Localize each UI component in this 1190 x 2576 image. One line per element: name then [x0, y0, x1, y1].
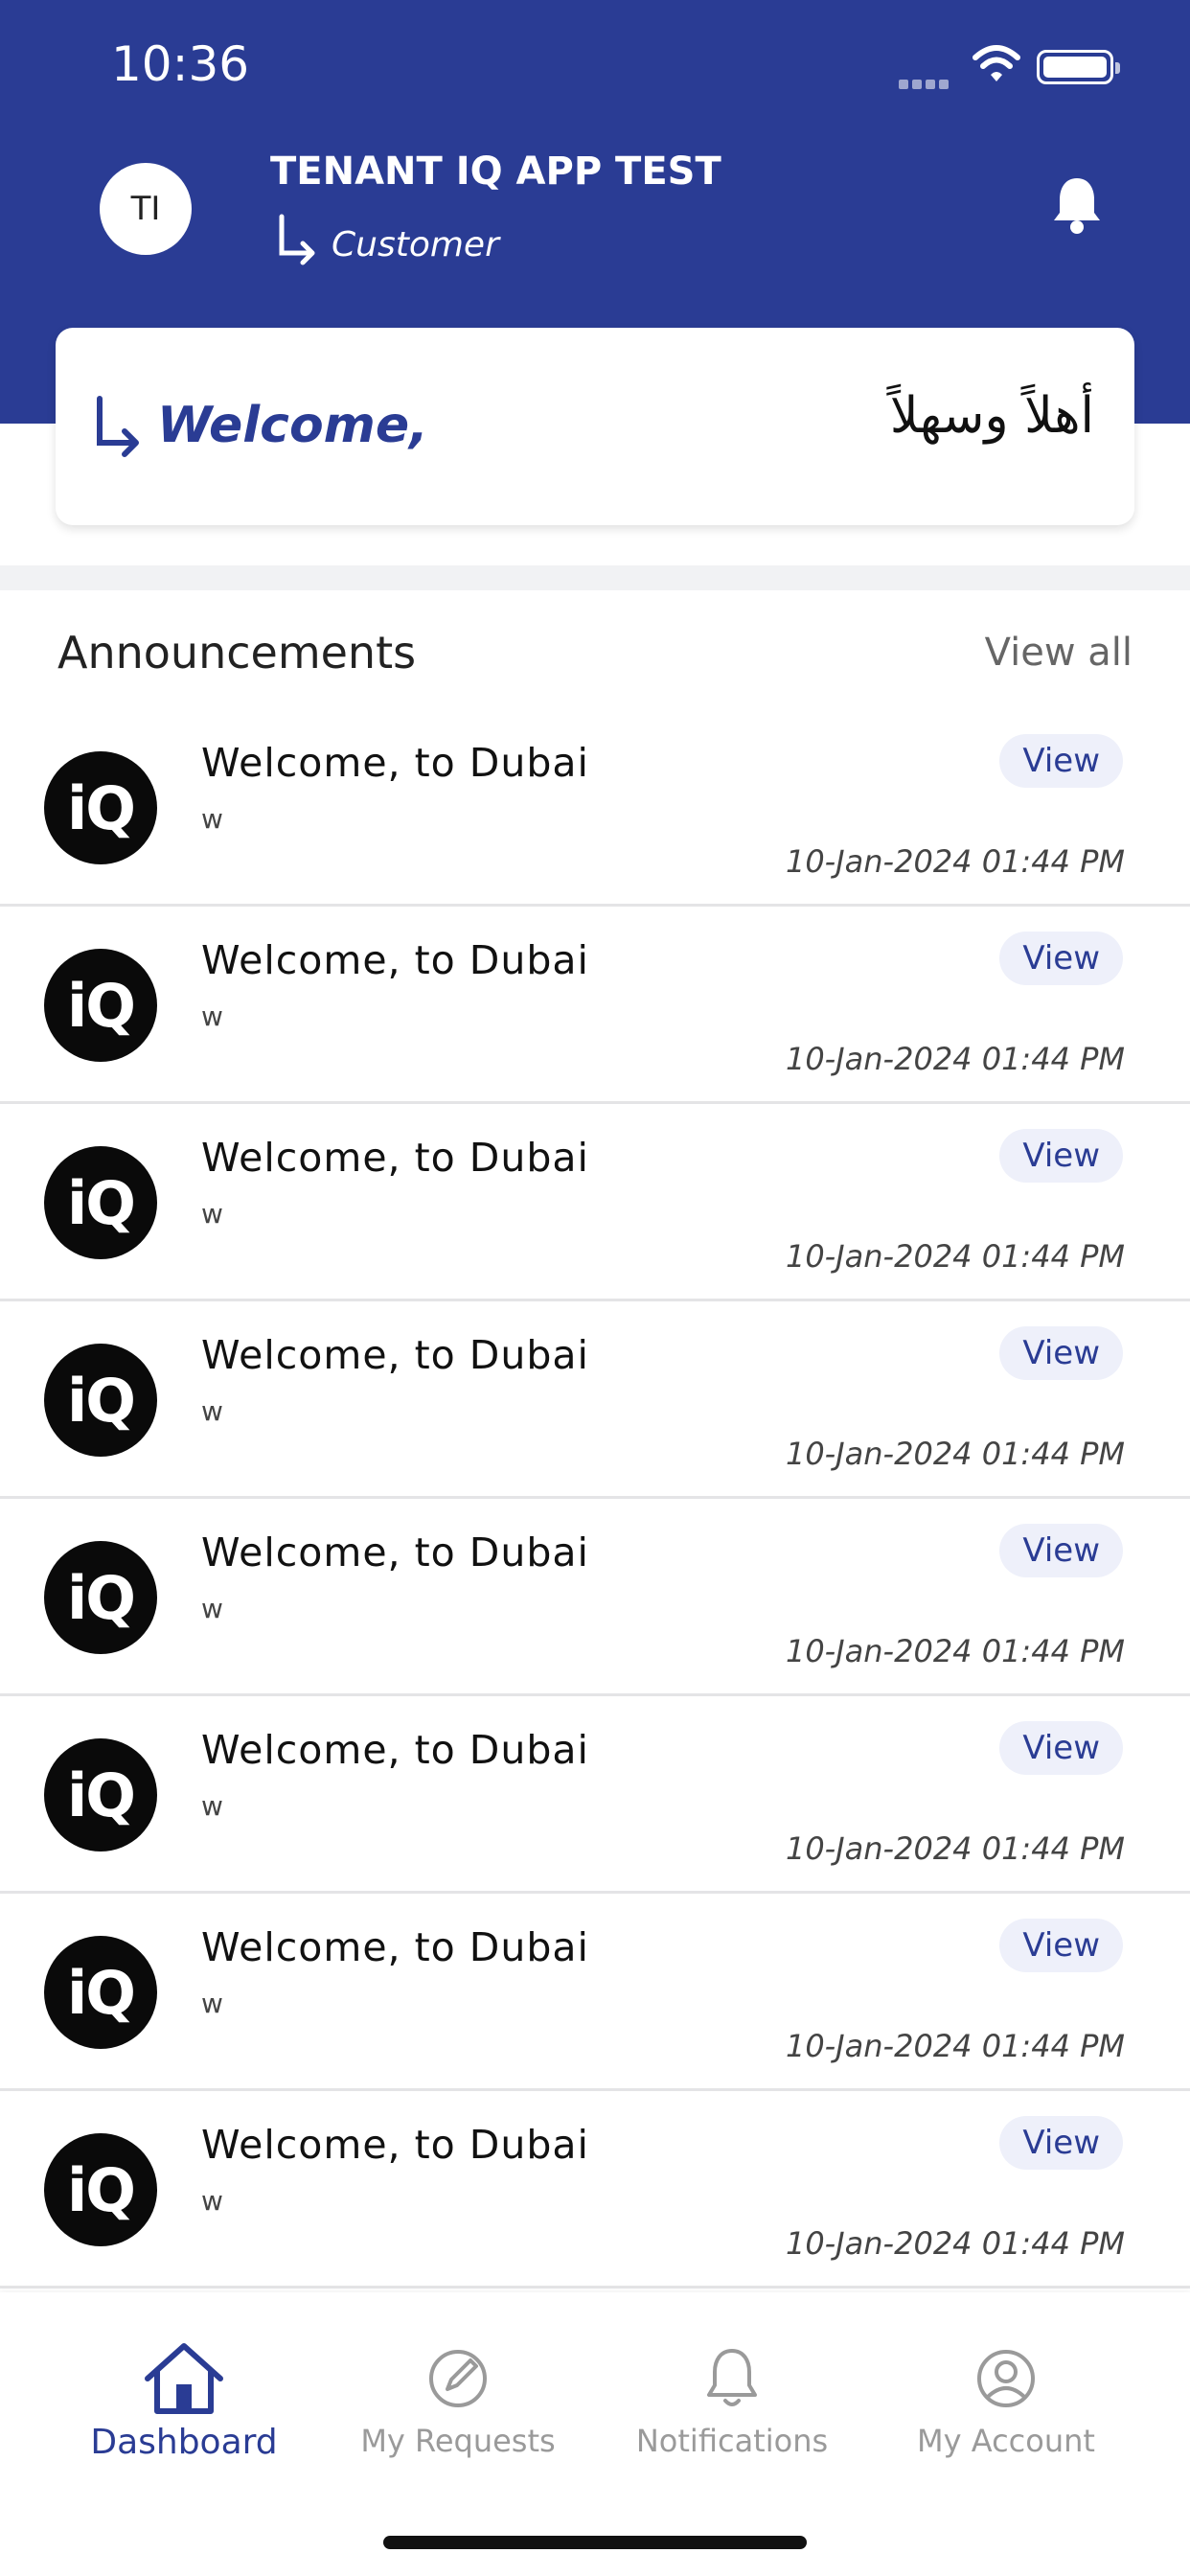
arabic-welcome-text: أهلاً وسهلاً — [889, 387, 1094, 445]
view-button[interactable]: View — [999, 1919, 1123, 1972]
announcements-list[interactable]: iQ Welcome, to Dubai w View 10-Jan-2024 … — [0, 709, 1190, 2290]
announcement-subtitle: w — [201, 1198, 223, 1230]
status-bar: 10:36 — [0, 0, 1190, 134]
announcement-date: 10-Jan-2024 01:44 PM — [785, 1238, 1125, 1275]
iq-logo-icon: iQ — [44, 1146, 157, 1259]
announcements-title: Announcements — [57, 627, 417, 678]
role-row: Customer — [276, 213, 499, 266]
view-button[interactable]: View — [999, 1721, 1123, 1775]
announcement-subtitle: w — [201, 1000, 223, 1032]
tab-label: My Requests — [360, 2423, 556, 2459]
list-item[interactable]: iQ Welcome, to Dubai w View 10-Jan-2024 … — [0, 1696, 1190, 1894]
iq-logo-icon: iQ — [44, 1738, 157, 1852]
announcement-subtitle: w — [201, 1790, 223, 1822]
view-button[interactable]: View — [999, 932, 1123, 985]
announcement-date: 10-Jan-2024 01:44 PM — [785, 2028, 1125, 2064]
announcement-date: 10-Jan-2024 01:44 PM — [785, 1830, 1125, 1867]
cellular-signal-icon — [899, 75, 956, 89]
turn-arrow-icon — [97, 396, 139, 457]
wifi-icon — [973, 45, 1020, 81]
announcement-subtitle: w — [201, 803, 223, 835]
announcement-date: 10-Jan-2024 01:44 PM — [785, 1041, 1125, 1077]
view-button[interactable]: View — [999, 2116, 1123, 2170]
notification-bell-icon[interactable] — [1050, 174, 1104, 236]
view-button[interactable]: View — [999, 1129, 1123, 1183]
view-button[interactable]: View — [999, 734, 1123, 788]
tab-label: Notifications — [635, 2423, 829, 2459]
list-item[interactable]: iQ Welcome, to Dubai w View 10-Jan-2024 … — [0, 1894, 1190, 2091]
tab-my-requests[interactable]: My Requests — [314, 2340, 602, 2459]
list-item[interactable]: iQ Welcome, to Dubai w View 10-Jan-2024 … — [0, 1499, 1190, 1696]
announcement-title: Welcome, to Dubai — [201, 740, 589, 786]
bell-icon — [707, 2349, 757, 2406]
user-circle-icon — [977, 2350, 1035, 2407]
announcement-date: 10-Jan-2024 01:44 PM — [785, 2225, 1125, 2262]
announcement-subtitle: w — [201, 1395, 223, 1427]
iq-logo-icon: iQ — [44, 1344, 157, 1457]
home-indicator[interactable] — [383, 2536, 807, 2549]
welcome-text: Welcome, — [157, 397, 428, 454]
announcement-subtitle: w — [201, 1988, 223, 2019]
view-button[interactable]: View — [999, 1524, 1123, 1577]
user-role: Customer — [332, 225, 499, 264]
announcement-subtitle: w — [201, 1593, 223, 1624]
iq-logo-icon: iQ — [44, 751, 157, 864]
announcement-title: Welcome, to Dubai — [201, 1332, 589, 1378]
announcement-title: Welcome, to Dubai — [201, 937, 589, 983]
home-icon — [145, 2343, 223, 2414]
tab-label: Dashboard — [90, 2423, 278, 2462]
status-time: 10:36 — [111, 36, 250, 92]
iq-logo-icon: iQ — [44, 949, 157, 1062]
list-item[interactable]: iQ Welcome, to Dubai w View 10-Jan-2024 … — [0, 1104, 1190, 1301]
tab-label: My Account — [917, 2423, 1095, 2459]
welcome-card: Welcome, أهلاً وسهلاً — [56, 328, 1134, 525]
section-divider — [0, 565, 1190, 590]
edit-request-icon — [429, 2350, 487, 2407]
announcements-header: Announcements View all — [0, 623, 1190, 690]
list-item[interactable]: iQ Welcome, to Dubai w View 10-Jan-2024 … — [0, 2091, 1190, 2288]
battery-icon — [1037, 50, 1120, 84]
view-all-link[interactable]: View all — [985, 631, 1133, 675]
announcement-date: 10-Jan-2024 01:44 PM — [785, 1436, 1125, 1472]
iq-logo-icon: iQ — [44, 1541, 157, 1654]
announcement-title: Welcome, to Dubai — [201, 1530, 589, 1576]
announcement-subtitle: w — [201, 2185, 223, 2217]
list-item[interactable]: iQ Welcome, to Dubai w View 10-Jan-2024 … — [0, 709, 1190, 907]
announcement-date: 10-Jan-2024 01:44 PM — [785, 1633, 1125, 1669]
turn-arrow-icon — [279, 214, 315, 265]
view-button[interactable]: View — [999, 1326, 1123, 1380]
announcement-title: Welcome, to Dubai — [201, 1924, 589, 1970]
tab-my-account[interactable]: My Account — [862, 2340, 1150, 2459]
iq-logo-icon: iQ — [44, 2133, 157, 2246]
list-item[interactable]: iQ Welcome, to Dubai w View 10-Jan-2024 … — [0, 1301, 1190, 1499]
avatar[interactable]: TI — [100, 163, 192, 255]
tab-dashboard[interactable]: Dashboard — [40, 2340, 328, 2462]
app-title: TENANT IQ APP TEST — [270, 150, 721, 194]
announcement-title: Welcome, to Dubai — [201, 2122, 589, 2168]
list-item[interactable]: iQ Welcome, to Dubai w View 10-Jan-2024 … — [0, 907, 1190, 1104]
announcement-date: 10-Jan-2024 01:44 PM — [785, 843, 1125, 880]
announcement-title: Welcome, to Dubai — [201, 1727, 589, 1773]
announcement-title: Welcome, to Dubai — [201, 1135, 589, 1181]
iq-logo-icon: iQ — [44, 1936, 157, 2049]
bottom-tab-bar: Dashboard My Requests Notifications My A… — [0, 2292, 1190, 2576]
tab-notifications[interactable]: Notifications — [588, 2340, 876, 2459]
